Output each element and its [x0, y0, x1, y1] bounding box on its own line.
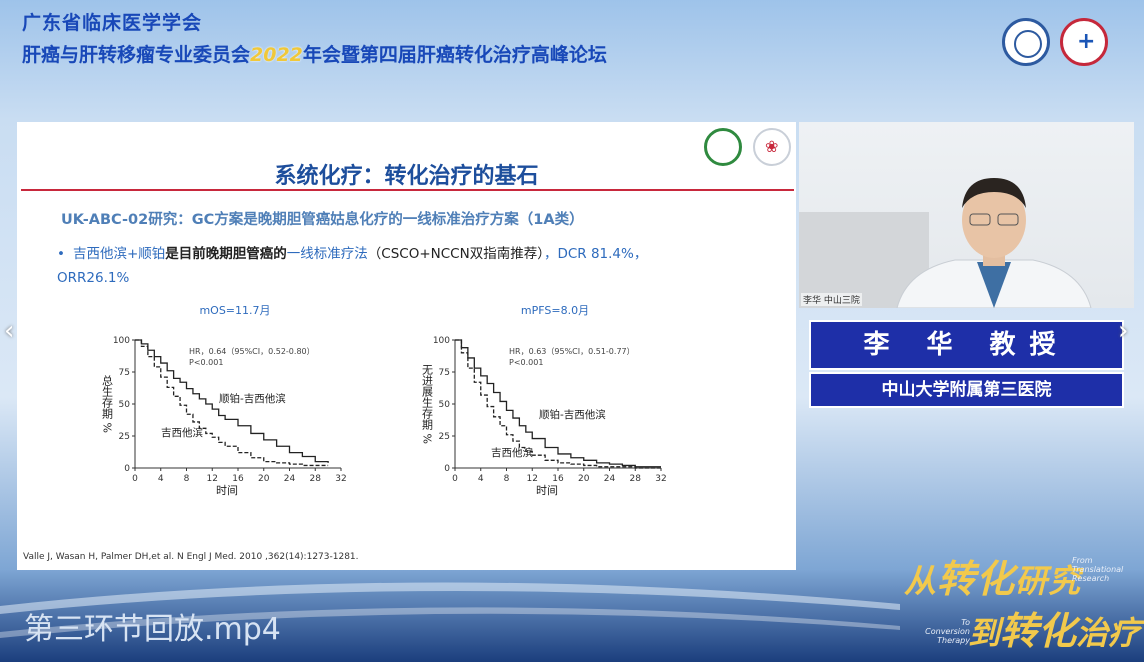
tagline-from: 从转化研究 — [904, 557, 1082, 601]
y-tick-label: 50 — [439, 400, 451, 410]
y-tick-label: 100 — [433, 336, 450, 346]
chart-title: mOS=11.7月 — [199, 304, 270, 317]
tagline-from-en: From Translational Research — [1072, 556, 1124, 583]
x-tick-label: 16 — [552, 474, 564, 484]
citation: Valle J, Wasan H, Palmer DH,et al. N Eng… — [23, 552, 359, 562]
x-tick-label: 28 — [310, 474, 322, 484]
title-divider — [21, 189, 794, 191]
x-tick-label: 24 — [604, 474, 616, 484]
pfs-survival-chart: mPFS=8.0月 0 25 50 75 100 0 4 8 12 16 20 24 28 32 时间 无进展生… — [421, 304, 667, 497]
chevron-left-icon[interactable]: ‹ — [4, 316, 14, 346]
chevron-right-icon[interactable]: › — [1118, 316, 1128, 346]
x-axis-label: 时间 — [216, 484, 238, 497]
series-label-gemcitabine: 吉西他滨 — [161, 426, 203, 439]
regimen-name: 吉西他滨+顺铂 — [72, 246, 166, 262]
x-tick-label: 4 — [158, 474, 164, 484]
series-label-cis-gem: 顺铂-吉西他滨 — [219, 392, 286, 405]
x-tick-label: 32 — [655, 474, 666, 484]
x-tick-label: 28 — [630, 474, 642, 484]
x-tick-label: 20 — [578, 474, 590, 484]
presentation-slide: ❀ 系统化疗：转化治疗的基石 UK-ABC-02研究：GC方案是晚期胆管癌姑息化… — [17, 122, 796, 570]
x-tick-label: 20 — [258, 474, 270, 484]
x-tick-label: 0 — [452, 474, 458, 484]
event-title-line2: 肝癌与肝转移瘤专业委员会2022年会暨第四届肝癌转化治疗高峰论坛 — [22, 40, 607, 67]
x-tick-label: 4 — [478, 474, 484, 484]
hr-annotation: P<0.001 — [509, 358, 543, 367]
x-tick-label: 32 — [335, 474, 346, 484]
tagline-to-en: To Conversion Therapy — [925, 618, 970, 645]
x-tick-label: 0 — [132, 474, 138, 484]
y-tick-label: 50 — [119, 400, 131, 410]
y-tick-label: 0 — [124, 464, 130, 474]
hr-annotation: HR，0.63（95%CI，0.51-0.77） — [509, 347, 635, 356]
guideline-note: （CSCO+NCCN双指南推荐） — [367, 246, 544, 262]
y-tick-label: 25 — [439, 432, 450, 442]
y-axis-label: 总生存期 % — [101, 374, 114, 433]
x-tick-label: 24 — [284, 474, 296, 484]
camera-label: 李华 中山三院 — [801, 293, 862, 306]
heart-cross-logo: + — [1060, 18, 1108, 66]
hr-annotation: P<0.001 — [189, 358, 223, 367]
series-label-gemcitabine: 吉西他滨 — [491, 446, 533, 459]
chart-title: mPFS=8.0月 — [521, 304, 589, 317]
standard-therapy: 一线标准疗法 — [286, 246, 368, 262]
x-tick-label: 16 — [232, 474, 244, 484]
y-tick-label: 25 — [119, 432, 130, 442]
y-tick-label: 75 — [119, 368, 130, 378]
x-tick-label: 12 — [207, 474, 218, 484]
slide-title: 系统化疗：转化治疗的基石 — [274, 164, 539, 189]
x-tick-label: 8 — [504, 474, 510, 484]
tagline-to: 到转化治疗 — [968, 609, 1141, 653]
os-survival-chart: mOS=11.7月 0 25 50 75 100 0 4 8 12 16 20 24 28 32 时间 总生存期… — [101, 304, 347, 497]
event-year: 2022 — [250, 44, 303, 66]
bullet-point: • 吉西他滨+顺铂是目前晚期胆管癌的一线标准疗法（CSCO+NCCN双指南推荐），… — [57, 246, 648, 286]
x-axis-label: 时间 — [536, 484, 558, 497]
event-title-line1: 广东省临床医学学会 — [22, 12, 203, 34]
series-label-cis-gem: 顺铂-吉西他滨 — [539, 408, 606, 421]
bullet-text: 是目前晚期胆管癌的 — [165, 246, 287, 262]
hr-annotation: HR，0.64（95%CI，0.52-0.80） — [189, 347, 315, 356]
slide-subtitle: UK-ABC-02研究：GC方案是晚期胆管癌姑息化疗的一线标准治疗方案（1A类） — [61, 212, 584, 228]
presenter-image — [896, 178, 1092, 308]
x-tick-label: 8 — [184, 474, 190, 484]
y-tick-label: 100 — [113, 336, 130, 346]
presenter-video: 李华 中山三院 — [799, 122, 1134, 308]
presenter-hospital: 中山大学附属第三医院 — [809, 372, 1124, 408]
event-title-committee: 肝癌与肝转移瘤专业委员会 — [22, 44, 251, 66]
y-tick-label: 0 — [444, 464, 450, 474]
video-filename: 第三环节回放.mp4 — [24, 612, 281, 647]
y-tick-label: 75 — [439, 368, 450, 378]
event-title-forum: 年会暨第四届肝癌转化治疗高峰论坛 — [302, 44, 607, 66]
presenter-name: 李 华 教授 — [809, 320, 1124, 370]
society-seal-logo — [1002, 18, 1050, 66]
x-tick-label: 12 — [527, 474, 538, 484]
km-curve-cis-gem — [455, 339, 661, 468]
y-axis-label: 无进展生存期 % — [421, 364, 434, 444]
